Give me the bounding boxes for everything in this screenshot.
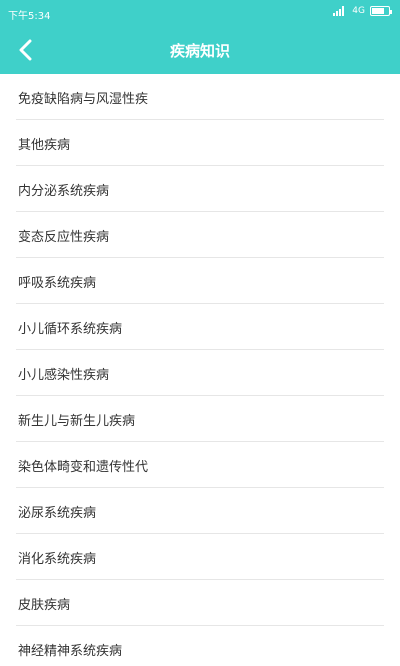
list-item-label: 新生儿与新生儿疾病	[18, 413, 136, 429]
list-item[interactable]: 小儿感染性疾病	[0, 350, 400, 396]
app-header: 下午5:34 4G 疾病知识	[0, 0, 400, 74]
list-item-label: 免疫缺陷病与风湿性疾	[18, 91, 149, 107]
status-time: 下午5:34	[8, 11, 51, 22]
list-item-label: 皮肤疾病	[18, 597, 71, 613]
page-title: 疾病知识	[169, 42, 230, 60]
list-item[interactable]: 新生儿与新生儿疾病	[0, 396, 400, 442]
list-item[interactable]: 消化系统疾病	[0, 534, 400, 580]
signal-icon	[333, 6, 347, 16]
status-indicators: 4G	[333, 6, 392, 16]
list-item[interactable]: 免疫缺陷病与风湿性疾	[0, 74, 400, 120]
list-item[interactable]: 变态反应性疾病	[0, 212, 400, 258]
list-item[interactable]: 内分泌系统疾病	[0, 166, 400, 212]
list-item-label: 呼吸系统疾病	[18, 275, 97, 291]
list-item[interactable]: 其他疾病	[0, 120, 400, 166]
list-item-label: 神经精神系统疾病	[18, 643, 123, 659]
status-bar: 下午5:34 4G	[0, 0, 400, 26]
list-item[interactable]: 染色体畸变和遗传性代	[0, 442, 400, 488]
list-item-label: 染色体畸变和遗传性代	[18, 459, 149, 475]
disease-category-list: 免疫缺陷病与风湿性疾 其他疾病 内分泌系统疾病 变态反应性疾病 呼吸系统疾病 小…	[0, 74, 400, 666]
list-item-label: 其他疾病	[18, 137, 71, 153]
list-item[interactable]: 呼吸系统疾病	[0, 258, 400, 304]
network-type: 4G	[352, 6, 365, 16]
list-item-label: 小儿感染性疾病	[18, 367, 110, 383]
list-item-label: 消化系统疾病	[18, 551, 97, 567]
list-item[interactable]: 皮肤疾病	[0, 580, 400, 626]
list-item[interactable]: 小儿循环系统疾病	[0, 304, 400, 350]
list-item[interactable]: 神经精神系统疾病	[0, 626, 400, 666]
list-item-label: 变态反应性疾病	[18, 229, 110, 245]
list-item-label: 小儿循环系统疾病	[18, 321, 123, 337]
list-item[interactable]: 泌尿系统疾病	[0, 488, 400, 534]
list-item-label: 内分泌系统疾病	[18, 183, 110, 199]
list-item-label: 泌尿系统疾病	[18, 505, 97, 521]
battery-icon	[370, 6, 392, 16]
